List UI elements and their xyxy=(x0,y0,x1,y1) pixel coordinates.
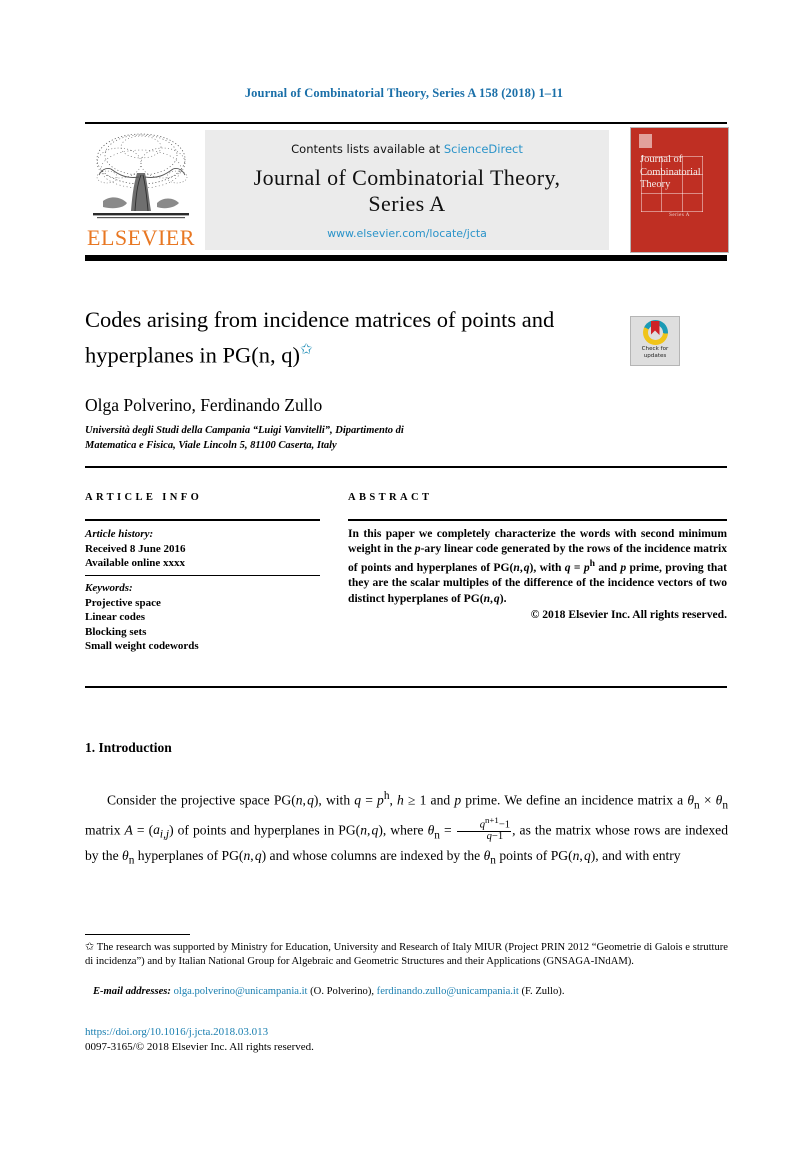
page-title: Codes arising from incidence matrices of… xyxy=(85,305,605,371)
keywords-label: Keywords: xyxy=(85,582,133,594)
journal-title-line1: Journal of Combinatorial Theory, xyxy=(253,165,561,190)
cover-title: Journal of Combinatorial Theory xyxy=(640,154,701,190)
page-title-line1: Codes arising from incidence matrices of… xyxy=(85,307,555,332)
email-addresses-label: E-mail addresses: xyxy=(92,986,171,997)
article-history-label: Article history: xyxy=(85,528,154,540)
footnote-separator-rule xyxy=(85,934,190,936)
crossmark-badge[interactable]: Check for updates xyxy=(630,316,680,366)
cover-elsevier-mark-icon xyxy=(639,134,652,148)
contents-available-prefix: Contents lists available at xyxy=(291,142,444,156)
section-heading-introduction: 1. Introduction xyxy=(85,740,172,755)
info-block-top-rule xyxy=(85,466,727,468)
keyword-item: Linear codes xyxy=(85,611,145,623)
abstract-block-bottom-rule xyxy=(85,686,727,688)
keywords-block: Keywords: Projective space Linear codes … xyxy=(85,581,320,654)
issn-copyright-line: 0097-3165/© 2018 Elsevier Inc. All right… xyxy=(85,1041,314,1053)
crossmark-label: Check for updates xyxy=(631,346,679,360)
doi-link[interactable]: https://doi.org/10.1016/j.jcta.2018.03.0… xyxy=(85,1026,268,1038)
crossmark-ring-icon xyxy=(642,320,668,345)
abstract-heading: ABSTRACT xyxy=(348,492,433,503)
available-online-date: Available online xxxx xyxy=(85,557,186,569)
running-head: Journal of Combinatorial Theory, Series … xyxy=(244,86,564,100)
masthead: ELSEVIER Contents lists available at Sci… xyxy=(85,127,729,253)
crossmark-label-line1: Check for xyxy=(641,346,669,352)
journal-cover-thumbnail: Journal of Combinatorial Theory Series A xyxy=(630,127,729,253)
page-title-line2: hyperplanes in PG(n, q) xyxy=(85,342,300,368)
email-owner-polverino: (O. Polverino), xyxy=(310,986,375,997)
article-first-page: Journal of Combinatorial Theory, Series … xyxy=(0,0,808,1162)
elsevier-wordmark: ELSEVIER xyxy=(87,225,195,250)
journal-title-line2: Series A xyxy=(368,191,446,216)
elsevier-logo: ELSEVIER xyxy=(85,127,197,253)
introduction-paragraph: Consider the projective space PG(n, q), … xyxy=(85,790,729,867)
contents-available-line: Contents lists available at ScienceDirec… xyxy=(205,142,609,156)
journal-title: Journal of Combinatorial Theory, Series … xyxy=(205,165,609,217)
received-date: Received 8 June 2016 xyxy=(85,542,186,555)
title-footnote-star-icon[interactable]: ✩ xyxy=(300,342,313,358)
funding-footnote-text: The research was supported by Ministry f… xyxy=(85,942,728,968)
abstract-copyright: © 2018 Elsevier Inc. All rights reserved… xyxy=(530,607,727,621)
email-owner-zullo: (F. Zullo). xyxy=(521,986,565,997)
crossmark-bookmark-icon xyxy=(650,321,660,335)
article-history: Article history: Received 8 June 2016 Av… xyxy=(85,527,320,571)
contents-box: Contents lists available at ScienceDirec… xyxy=(205,130,609,250)
keyword-item: Projective space xyxy=(85,596,161,609)
crossmark-label-line2: updates xyxy=(643,353,667,359)
email-link-polverino[interactable]: olga.polverino@unicampania.it xyxy=(174,986,308,997)
email-addresses: E-mail addresses: olga.polverino@unicamp… xyxy=(85,985,728,999)
abstract-rule xyxy=(348,519,727,521)
abstract-text: In this paper we completely characterize… xyxy=(348,527,727,621)
keywords-divider-rule xyxy=(85,575,320,576)
masthead-bottom-bar xyxy=(85,255,727,261)
email-link-zullo[interactable]: ferdinando.zullo@unicampania.it xyxy=(377,986,519,997)
article-info-heading: ARTICLE INFO xyxy=(85,492,203,503)
affiliation: Università degli Studi della Campania “L… xyxy=(85,424,515,453)
masthead-top-rule xyxy=(85,122,727,124)
sciencedirect-link[interactable]: ScienceDirect xyxy=(444,142,523,156)
affiliation-line1: Università degli Studi della Campania “L… xyxy=(85,425,404,436)
article-info-rule xyxy=(85,519,320,521)
elsevier-tree-icon xyxy=(87,129,195,227)
funding-footnote: ✩ The research was supported by Ministry… xyxy=(85,940,728,970)
keyword-item: Blocking sets xyxy=(85,625,147,638)
funding-footnote-mark: ✩ xyxy=(85,941,95,953)
author-list: Olga Polverino, Ferdinando Zullo xyxy=(85,395,323,415)
cover-subtitle: Series A xyxy=(669,213,690,218)
affiliation-line2: Matematica e Fisica, Viale Lincoln 5, 81… xyxy=(85,439,337,451)
journal-homepage-link[interactable]: www.elsevier.com/locate/jcta xyxy=(205,227,609,240)
keyword-item: Small weight codewords xyxy=(85,640,199,652)
